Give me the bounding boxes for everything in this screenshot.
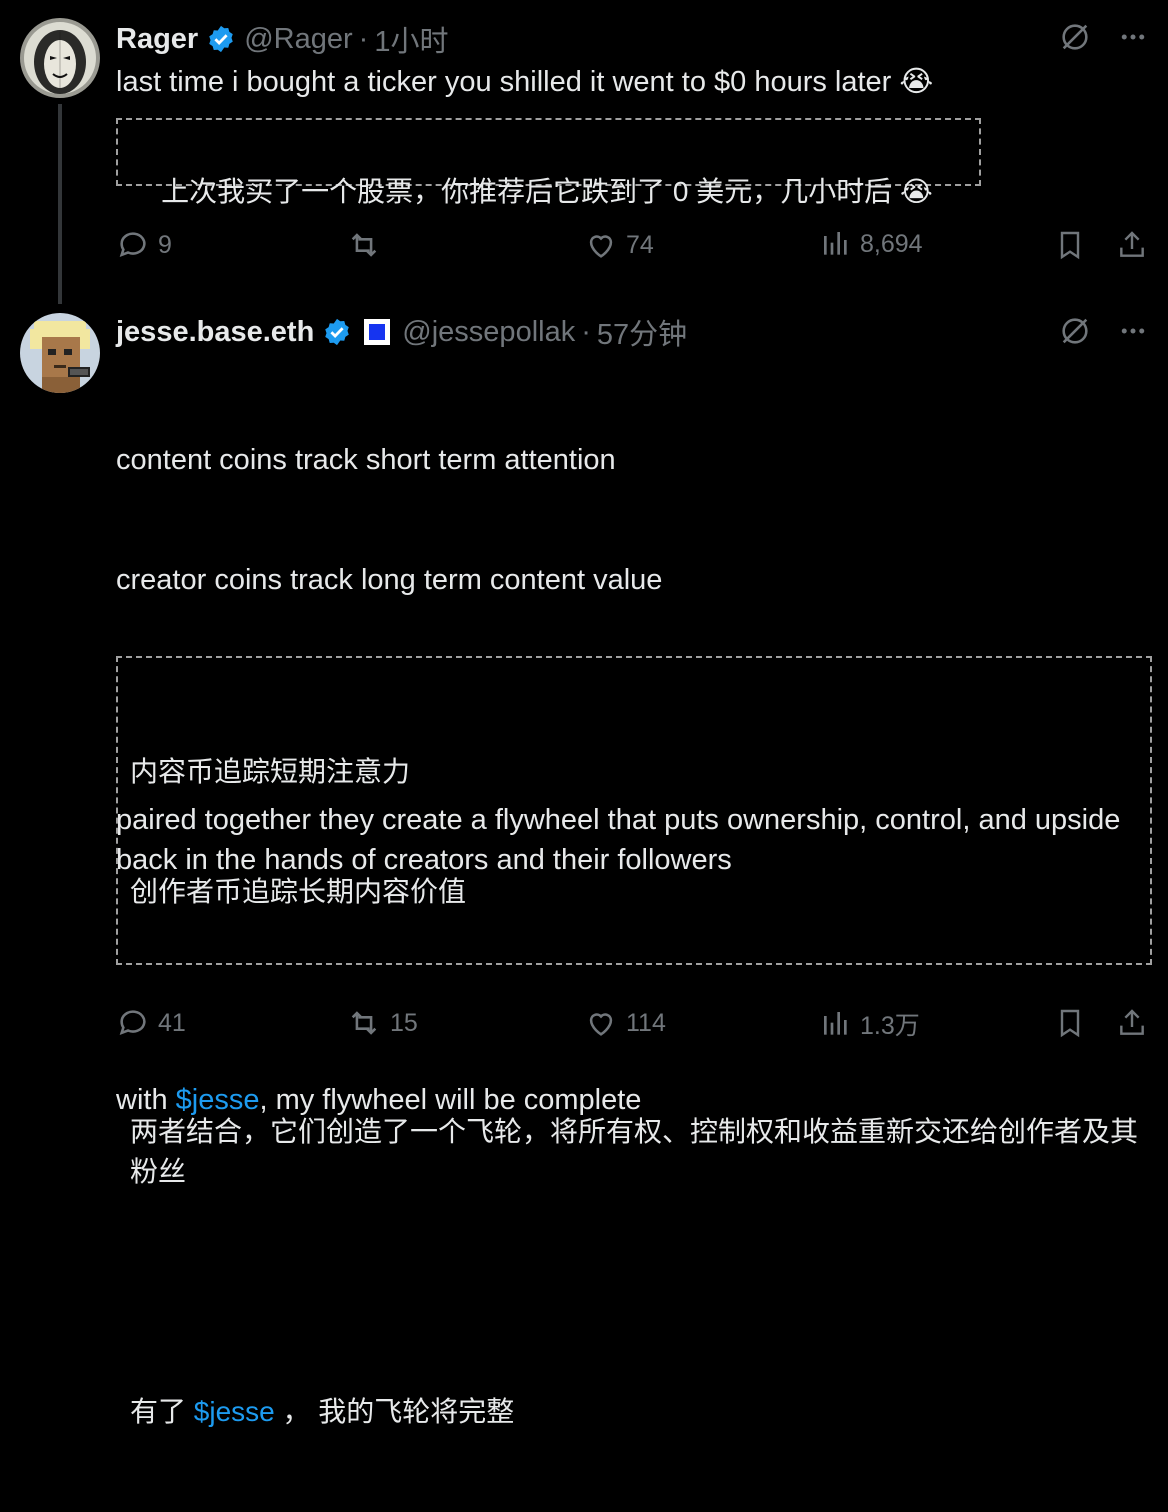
timestamp[interactable]: 1小时 [374, 18, 448, 60]
verified-badge-icon [322, 317, 352, 347]
views-count: 1.3万 [860, 1012, 920, 1040]
repost-icon [346, 228, 382, 262]
like-count: 114 [626, 1008, 666, 1037]
tweet-line: content coins track short term attention [116, 444, 616, 476]
translation-line: 内容币追踪短期注意力 [130, 756, 411, 787]
translation-paragraph: 有了 $jesse ， 我的飞轮将完整 [130, 1392, 1138, 1432]
handle[interactable]: @jessepollak [402, 316, 575, 349]
repost-icon [346, 1006, 382, 1040]
bookmark-button[interactable] [1054, 1006, 1086, 1040]
display-name[interactable]: Rager [116, 23, 198, 56]
separator-dot: · [581, 315, 591, 348]
text-fragment: 有了 [130, 1396, 194, 1427]
separator-dot: · [358, 22, 369, 55]
repost-button[interactable] [346, 228, 390, 262]
tweet-actions: 9 74 8,694 [116, 228, 1148, 268]
views-button[interactable]: 8,694 [820, 228, 923, 260]
affiliate-badge-icon[interactable] [364, 319, 391, 345]
tweet-line: creator coins track long term content va… [116, 564, 663, 596]
grok-icon[interactable] [1058, 20, 1092, 54]
reply-count: 9 [158, 230, 172, 259]
views-button[interactable]: 1.3万 [820, 1006, 920, 1042]
like-button[interactable]: 74 [584, 228, 654, 262]
tweet-header: jesse.base.eth @jessepollak · 57分钟 [116, 312, 687, 352]
views-icon [820, 1008, 852, 1040]
views-count: 8,694 [860, 229, 923, 258]
translation-paragraph: 两者结合，它们创造了一个飞轮，将所有权、控制权和收益重新交还给创作者及其粉丝 [130, 1116, 1139, 1187]
text-fragment: ， 我的飞轮将完整 [274, 1396, 515, 1427]
timestamp[interactable]: 57分钟 [597, 311, 687, 353]
share-icon [1116, 1006, 1148, 1040]
share-button[interactable] [1116, 228, 1148, 262]
more-options-icon[interactable] [1118, 316, 1148, 346]
avatar[interactable] [20, 18, 100, 98]
tweet-header: Rager @Rager · 1小时 [116, 19, 448, 59]
like-count: 74 [626, 230, 654, 259]
verified-badge-icon [206, 24, 236, 54]
reply-count: 41 [158, 1008, 186, 1037]
share-button[interactable] [1116, 1006, 1148, 1040]
tweet-top-icons [1058, 314, 1148, 348]
bookmark-icon [1054, 228, 1086, 262]
more-options-icon[interactable] [1118, 22, 1148, 52]
bookmark-button[interactable] [1054, 228, 1086, 262]
reply-button[interactable]: 41 [116, 1006, 186, 1040]
heart-icon [584, 228, 618, 262]
grok-icon[interactable] [1058, 314, 1092, 348]
tweet-text: last time i bought a ticker you shilled … [116, 66, 934, 98]
thread-line [58, 104, 62, 304]
handle[interactable]: @Rager [244, 23, 352, 56]
translation-text: 上次我买了一个股票，你推荐后它跌到了 0 美元，几小时后 😭 [161, 176, 933, 207]
share-icon [1116, 228, 1148, 262]
avatar[interactable] [20, 313, 100, 393]
cashtag-link[interactable]: $jesse [194, 1396, 275, 1427]
reply-icon [116, 1006, 150, 1040]
tweet-actions: 41 15 114 1.3万 [116, 1006, 1148, 1046]
reply-icon [116, 228, 150, 262]
translation-box: 内容币追踪短期注意力 创作者币追踪长期内容价值 两者结合，它们创造了一个飞轮，将… [116, 656, 1152, 1427]
translation-line: 创作者币追踪长期内容价值 [130, 876, 467, 907]
views-icon [820, 228, 852, 260]
tweet-top-icons [1058, 20, 1148, 54]
repost-count: 15 [390, 1008, 418, 1037]
reply-button[interactable]: 9 [116, 228, 172, 262]
like-button[interactable]: 114 [584, 1006, 666, 1040]
translation-box: 上次我买了一个股票，你推荐后它跌到了 0 美元，几小时后 😭 [116, 118, 981, 207]
display-name[interactable]: jesse.base.eth [116, 316, 314, 349]
bookmark-icon [1054, 1006, 1086, 1040]
repost-button[interactable]: 15 [346, 1006, 418, 1040]
heart-icon [584, 1006, 618, 1040]
